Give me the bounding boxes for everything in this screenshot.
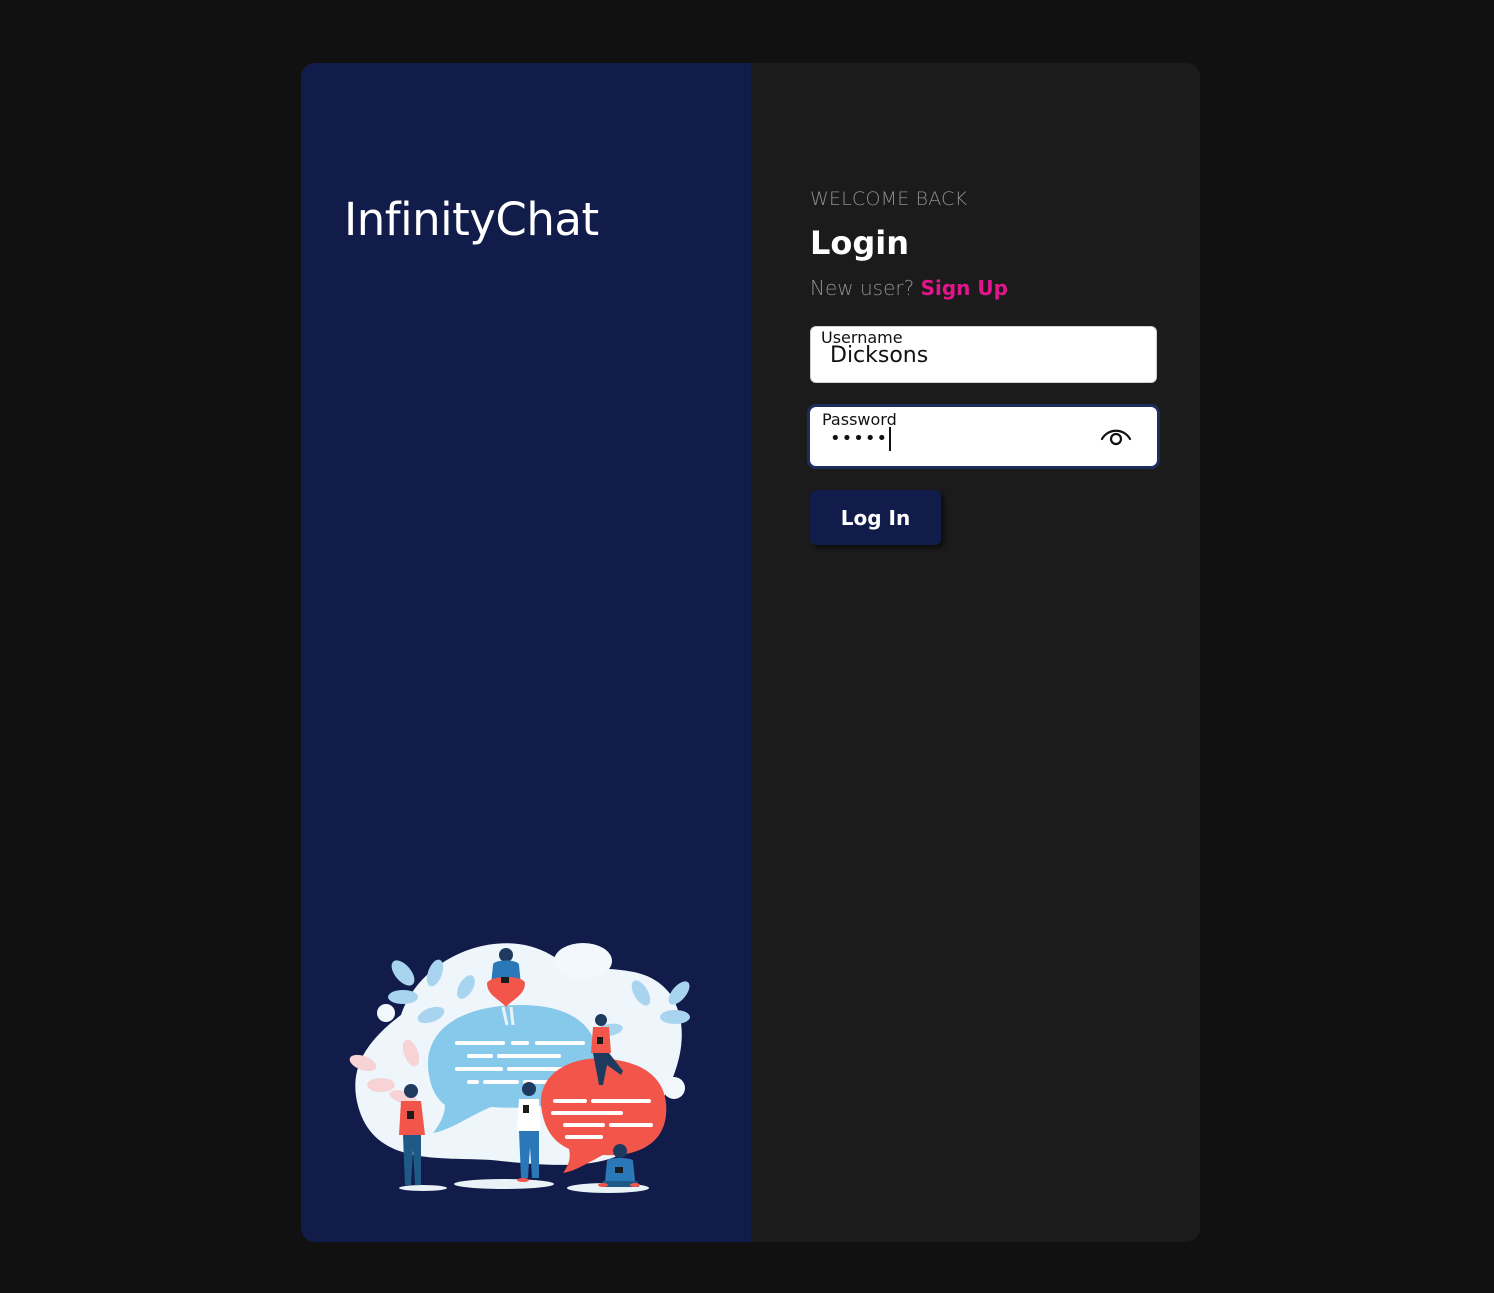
chat-people-illustration [349, 943, 690, 1193]
page-title: Login [810, 224, 910, 262]
ground-shadow [399, 1185, 447, 1191]
password-input[interactable]: ••••• [830, 427, 1090, 451]
new-user-text: New user? [810, 276, 915, 300]
signup-prompt: New user? Sign Up [810, 276, 1008, 300]
brand-panel: InfinityChat [301, 63, 751, 1242]
ground-shadow [454, 1179, 554, 1189]
eye-icon[interactable] [1099, 424, 1133, 450]
username-field[interactable]: Username Dicksons [810, 326, 1157, 383]
signup-link[interactable]: Sign Up [921, 276, 1008, 300]
login-card: InfinityChat WELCOME BACK Login New user… [301, 63, 1200, 1242]
username-input[interactable]: Dicksons [830, 343, 1090, 368]
floating-bubble [554, 943, 612, 979]
floating-dot [663, 1077, 685, 1099]
password-field[interactable]: Password ••••• [810, 407, 1157, 466]
floating-dot [377, 1004, 395, 1022]
text-caret [889, 427, 891, 451]
login-button[interactable]: Log In [810, 490, 941, 545]
password-mask: ••••• [830, 428, 889, 449]
brand-logo-text: InfinityChat [344, 193, 599, 246]
login-panel: WELCOME BACK Login New user? Sign Up Use… [751, 63, 1200, 1242]
welcome-text: WELCOME BACK [810, 188, 968, 210]
